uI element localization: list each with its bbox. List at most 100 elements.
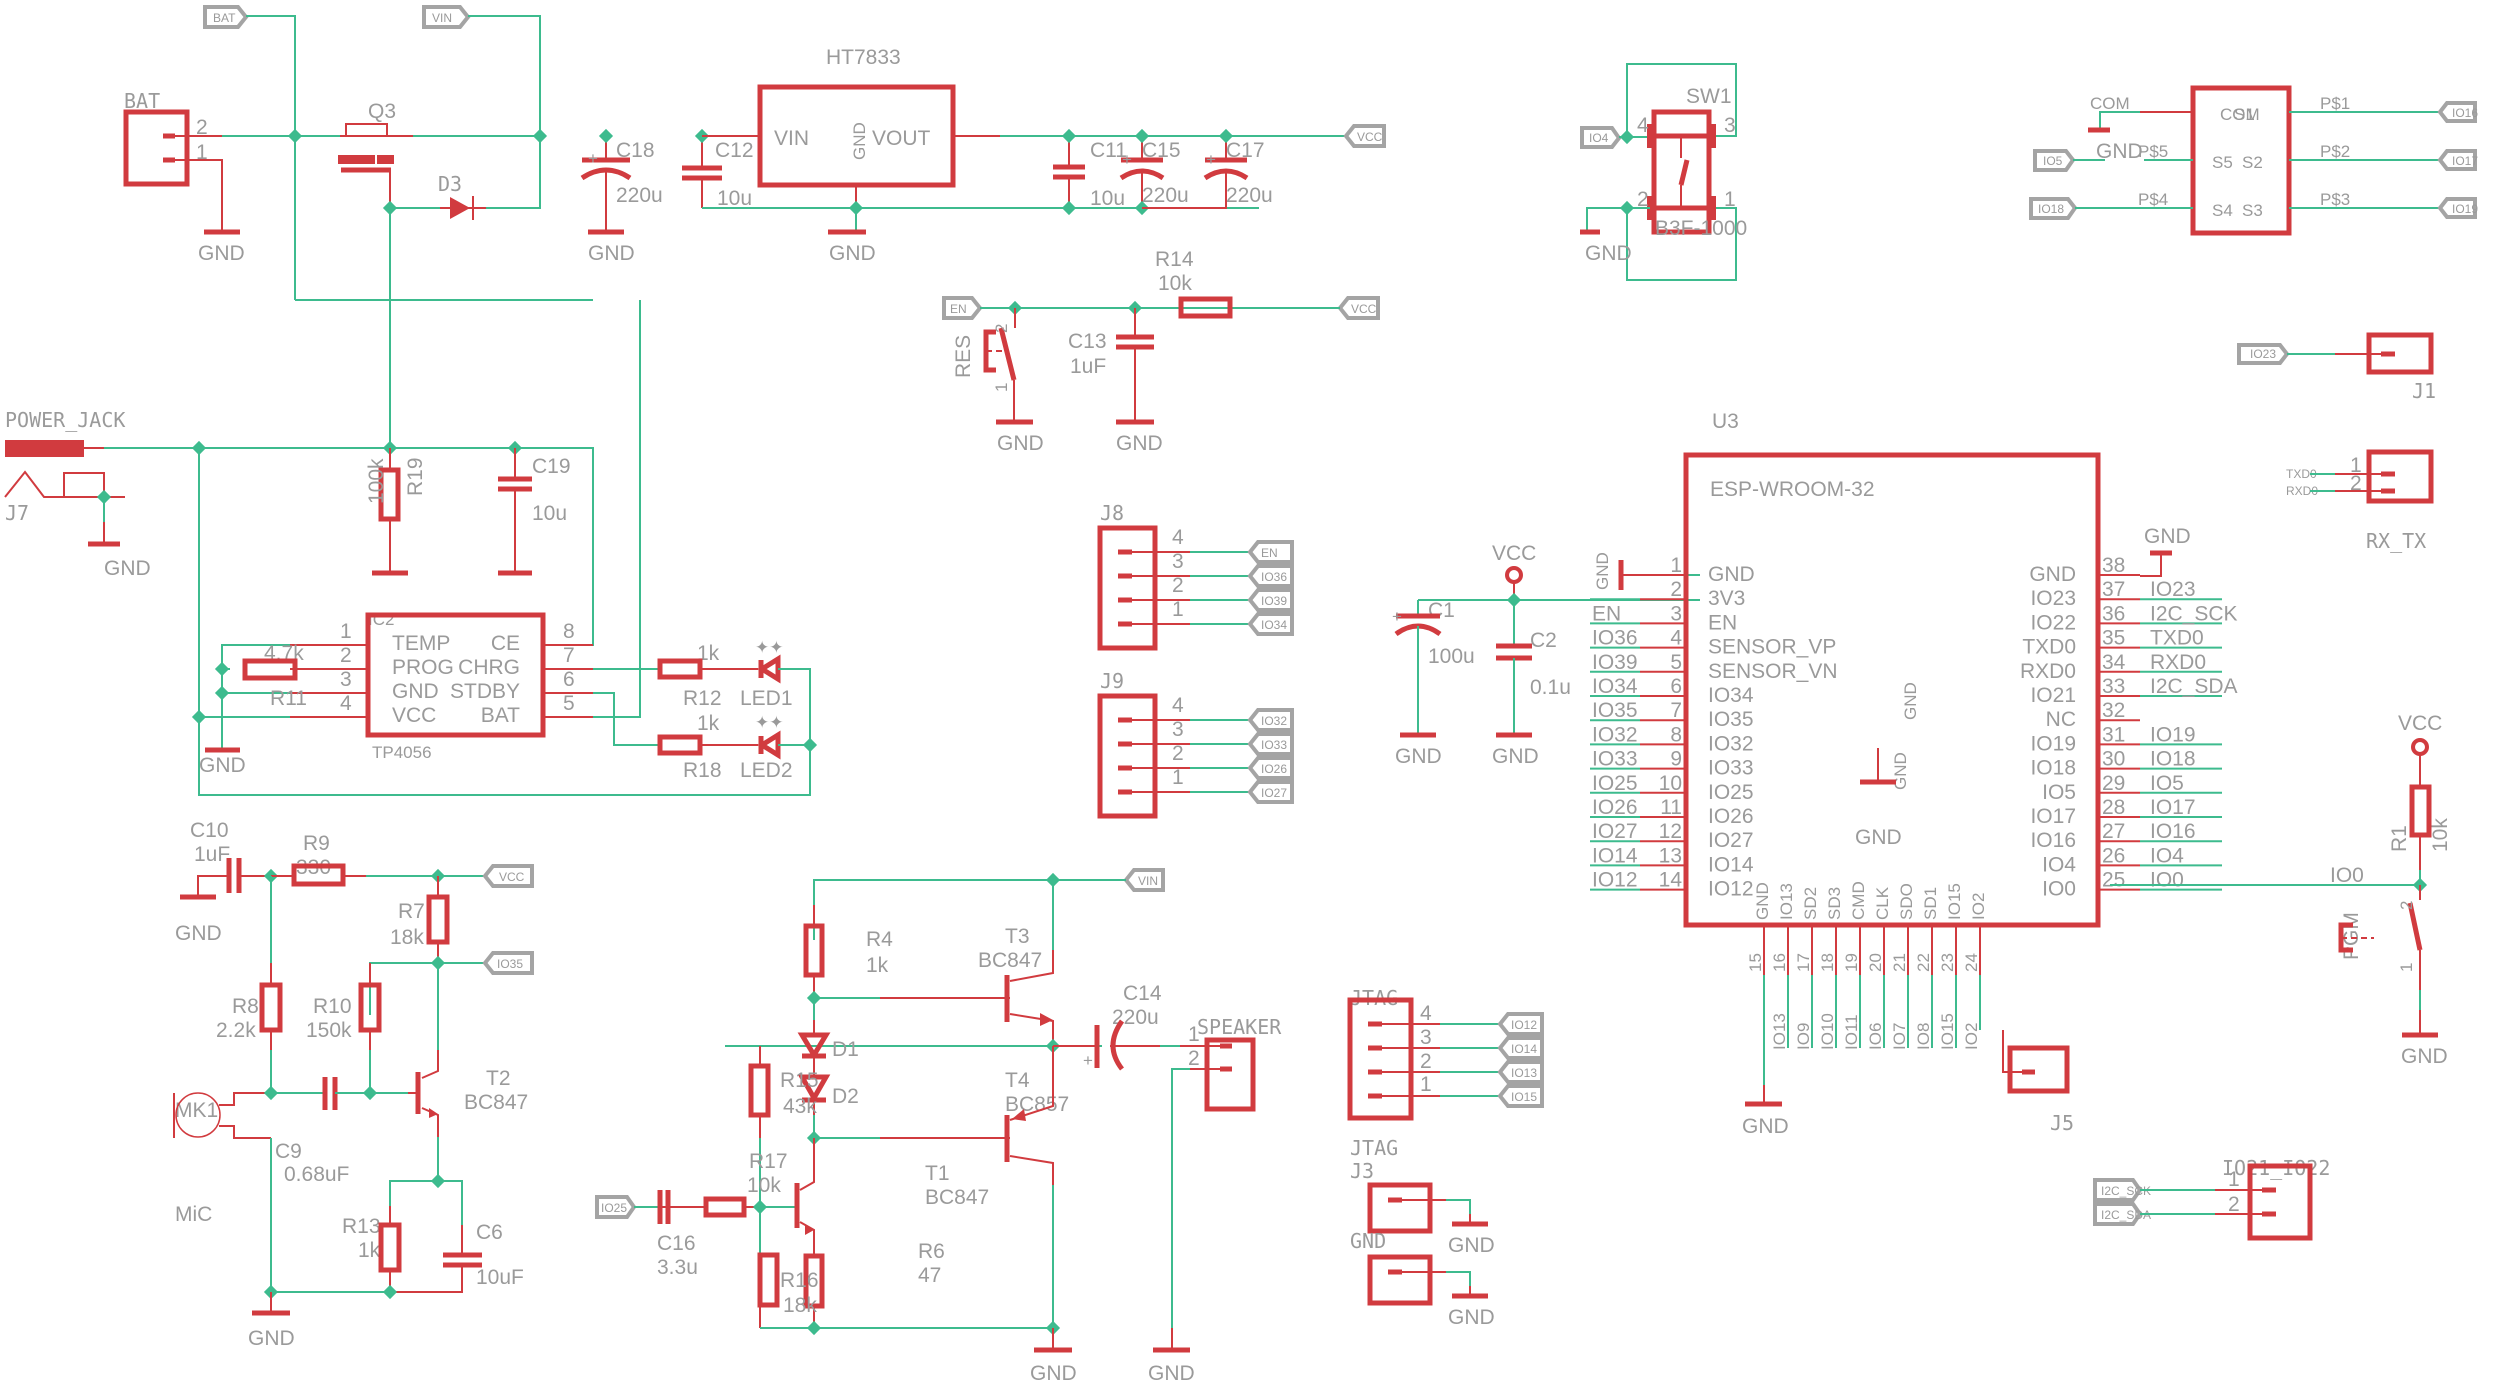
program-button[interactable]: PGM 2 1 GND <box>2338 885 2448 1068</box>
net-label-vin[interactable]: VIN <box>422 5 471 29</box>
transistor-t2[interactable]: T2 BC847 <box>408 963 528 1137</box>
capacitor-c10[interactable]: C10 1uF GND <box>175 819 270 945</box>
svg-text:20: 20 <box>1866 953 1885 972</box>
svg-text:IO26: IO26 <box>1261 762 1287 776</box>
j8-net-label-3[interactable]: IO34 <box>1247 612 1294 636</box>
svg-text:R13: R13 <box>342 1215 381 1238</box>
resistor-r17[interactable]: R17 10k <box>668 1150 788 1218</box>
jtag-net-label-0[interactable]: IO12 <box>1497 1012 1544 1036</box>
capacitor-c19[interactable]: C19 10u <box>498 448 571 576</box>
svg-text:1k: 1k <box>358 1239 381 1262</box>
net-label-io35[interactable]: IO35 <box>482 951 534 975</box>
net-label-vcc-reset[interactable]: VCC <box>1337 296 1380 320</box>
transistor-t3[interactable]: T3 BC847 <box>978 925 1054 1040</box>
resistor-r6[interactable]: R6 47 <box>803 1240 945 1328</box>
capacitor-c12[interactable]: C12 10u <box>682 136 754 210</box>
net-label-vcc-mic[interactable]: VCC <box>482 864 534 888</box>
svg-text:4: 4 <box>1420 1002 1432 1025</box>
transistor-t4[interactable]: T4 BC857 <box>1004 1046 1069 1185</box>
svg-text:C19: C19 <box>532 455 571 478</box>
j8-net-label-2[interactable]: IO39 <box>1247 588 1294 612</box>
reset-button[interactable]: RES 2 1 GND <box>952 308 1044 455</box>
header-j8[interactable]: J8 4 3 2 1 <box>1097 501 1184 651</box>
resistor-r9[interactable]: R9 330 <box>271 832 366 887</box>
capacitor-c15[interactable]: C15 220u + <box>1119 136 1189 208</box>
resistor-r18[interactable]: 1k R18 <box>657 712 722 782</box>
j9-net-label-0[interactable]: IO32 <box>1247 708 1294 732</box>
regulator-ht7833[interactable]: HT7833 VIN GND VOUT <box>757 46 1000 208</box>
svg-text:4: 4 <box>1637 114 1649 137</box>
switch-sw1[interactable]: IO4 SW1 4 3 2 1 B3F-1000 GND <box>1580 63 1747 281</box>
jtag-net-label-3[interactable]: IO15 <box>1497 1084 1544 1108</box>
j9-net-label-3[interactable]: IO27 <box>1247 780 1294 804</box>
jtag-net-label-1[interactable]: IO14 <box>1497 1036 1544 1060</box>
svg-text:2: 2 <box>2397 901 2416 910</box>
connector-j1[interactable]: IO23 J1 <box>2237 332 2436 403</box>
net-label-io23[interactable]: IO23 <box>2237 343 2290 365</box>
svg-text:S5: S5 <box>2212 153 2233 172</box>
jtag-net-label-2[interactable]: IO13 <box>1497 1060 1544 1084</box>
j8-net-label-0[interactable]: EN <box>1247 540 1294 564</box>
capacitor-c1[interactable]: C1 100u GND + <box>1392 599 1475 768</box>
capacitor-c18[interactable]: C18 220u GND + <box>580 136 663 265</box>
resistor-r16[interactable]: R16 18k <box>757 1252 819 1328</box>
resistor-r8[interactable]: R8 2.2k <box>216 963 283 1050</box>
jtag-connector[interactable]: JTAG 4 3 2 1 <box>1347 986 1432 1121</box>
resistor-r12[interactable]: 1k R12 <box>657 642 722 710</box>
resistor-r7[interactable]: R7 18k <box>390 876 450 963</box>
power-jack[interactable] <box>5 440 84 457</box>
svg-text:GND: GND <box>104 557 151 580</box>
led-1[interactable]: LED1 ✦✦ <box>740 638 793 710</box>
net-label-io18[interactable]: IO18 <box>2029 197 2078 220</box>
resistor-r11[interactable]: 4.7k R11 <box>242 642 307 710</box>
svg-text:35: 35 <box>2102 627 2125 650</box>
j9-net-label-2[interactable]: IO26 <box>1247 756 1294 780</box>
led-2[interactable]: LED2 ✦✦ <box>740 713 793 782</box>
svg-text:1: 1 <box>1172 766 1184 789</box>
net-label-io17[interactable]: IO17 <box>2437 149 2478 171</box>
esp32-module[interactable]: U3 ESP-WROOM-32 GND GND GND 1 GND 2 3V3 3 EN E… <box>1590 410 2238 1138</box>
diode-d3[interactable]: D3 <box>438 172 486 220</box>
capacitor-c14[interactable]: C14 220u + <box>1053 982 1162 1071</box>
net-label-io25[interactable]: IO25 <box>595 1195 637 1219</box>
header-j9[interactable]: J9 4 3 2 1 <box>1097 669 1184 819</box>
capacitor-c16[interactable]: C16 3.3u <box>657 1190 698 1279</box>
nav-switch[interactable]: COM GND COM S1 S5 S2 S4 S3 P$5 P$4 P$1 P… <box>2029 85 2478 236</box>
svg-text:✦✦: ✦✦ <box>755 713 784 732</box>
svg-text:IO23: IO23 <box>2030 587 2076 610</box>
capacitor-c6[interactable]: C6 10uF <box>390 1221 524 1293</box>
resistor-r19[interactable]: 100k R19 <box>365 448 427 576</box>
capacitor-c13[interactable]: C13 1uF GND <box>1068 308 1163 455</box>
charger-ic-tp4056[interactable]: IC2 TP4056 1 2 3 4 TEMP PROG GND VCC 8 7… <box>340 610 575 762</box>
resistor-r13[interactable]: R13 1k <box>342 1206 402 1292</box>
connector-io21-io22[interactable]: IO21_IO22 I2C_SCK I2C_SDA 1 2 <box>2093 1156 2330 1241</box>
capacitor-c2[interactable]: C2 0.1u GND <box>1492 600 1571 768</box>
svg-text:C10: C10 <box>190 819 229 842</box>
net-label-io19[interactable]: IO19 <box>2437 197 2478 219</box>
net-label-vin-amp[interactable]: VIN <box>1123 868 1165 892</box>
net-label-io5[interactable]: IO5 <box>2033 149 2076 172</box>
speaker-connector[interactable]: SPEAKER 1 2 <box>1180 1015 1282 1112</box>
connector-j5[interactable]: J5 <box>2002 1030 2074 1135</box>
mosfet-q3[interactable]: Q3 <box>338 100 413 208</box>
microphone-mk1[interactable]: MK1 MiC <box>173 1092 271 1226</box>
diode-d1[interactable]: D1 <box>797 1020 859 1061</box>
net-label-io4[interactable]: IO4 <box>1580 126 1622 149</box>
svg-text:IO18: IO18 <box>2150 748 2196 771</box>
resistor-r4[interactable]: R4 1k <box>803 905 893 998</box>
net-label-io16[interactable]: IO16 <box>2437 101 2478 123</box>
svg-text:P$5: P$5 <box>2138 142 2168 161</box>
j8-net-label-1[interactable]: IO36 <box>1247 564 1294 588</box>
svg-text:IO13: IO13 <box>1770 1013 1789 1050</box>
svg-text:10k: 10k <box>1158 272 1192 295</box>
capacitor-c11[interactable]: C11 10u <box>1053 136 1127 210</box>
transistor-t1[interactable]: T1 BC847 <box>794 1138 989 1250</box>
resistor-r10[interactable]: R10 150k <box>306 963 382 1050</box>
j9-net-label-1[interactable]: IO33 <box>1247 732 1294 756</box>
connector-rx-tx[interactable]: TXD0 RXD0 1 2 RX_TX <box>2286 449 2434 553</box>
bat-connector[interactable] <box>123 109 190 187</box>
net-label-bat[interactable]: BAT <box>203 5 249 29</box>
net-label-vcc-regulator[interactable]: VCC <box>1343 124 1386 148</box>
resistor-r14[interactable]: R14 10k <box>1155 248 1233 319</box>
net-label-en[interactable]: EN <box>942 296 983 320</box>
